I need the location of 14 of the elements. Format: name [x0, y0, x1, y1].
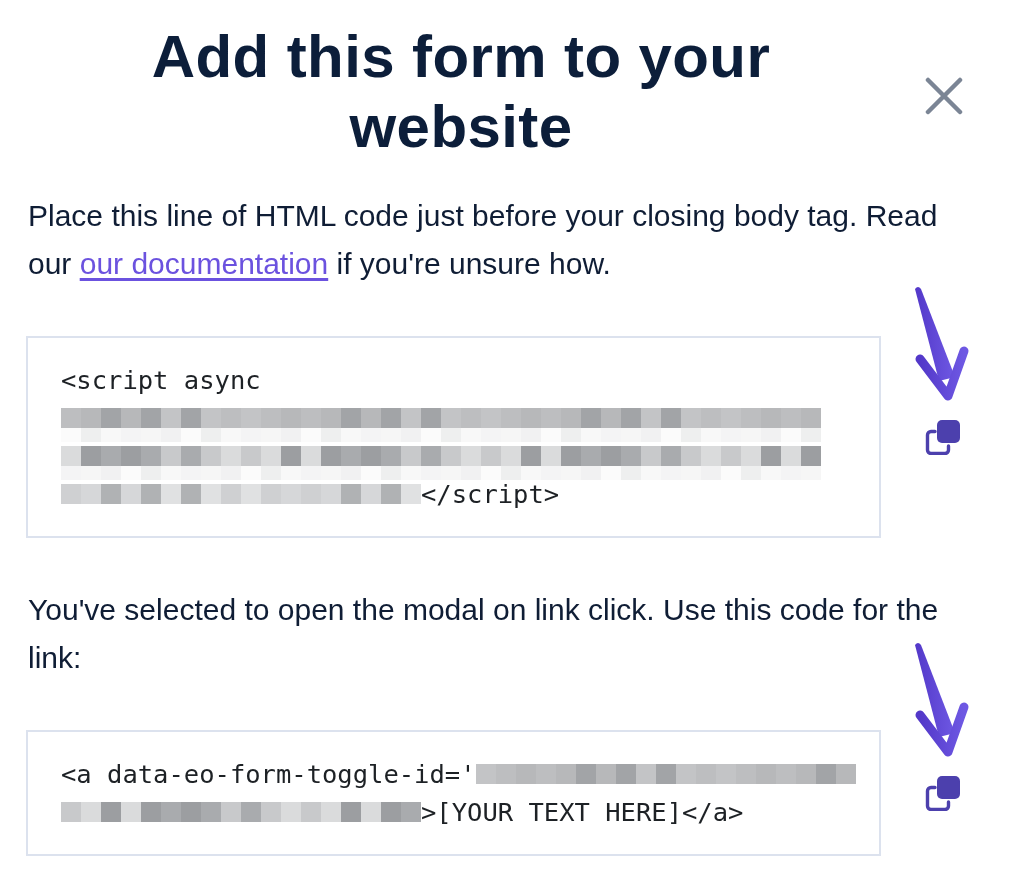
copy-button[interactable]	[925, 419, 961, 455]
code-text: >[YOUR TEXT HERE]</a>	[421, 796, 744, 829]
code-text: </script>	[421, 478, 560, 511]
code-text: <a data-eo-form-toggle-id='	[61, 758, 476, 791]
copy-icon	[925, 775, 961, 811]
code-text: <script async	[61, 364, 261, 397]
close-icon	[925, 77, 963, 115]
copy-button[interactable]	[925, 775, 961, 811]
instruction-text: You've selected to open the modal on link click. Use this code for the link:	[28, 592, 940, 676]
dialog-title: Add this form to your website	[150, 22, 772, 162]
instruction-text: Place this line of HTML code just before your closing body tag. Read our our documentation if you're unsure how.	[28, 198, 939, 282]
documentation-link[interactable]: our documentation	[79, 247, 329, 280]
close-button[interactable]	[925, 77, 963, 115]
copy-icon	[925, 419, 961, 455]
